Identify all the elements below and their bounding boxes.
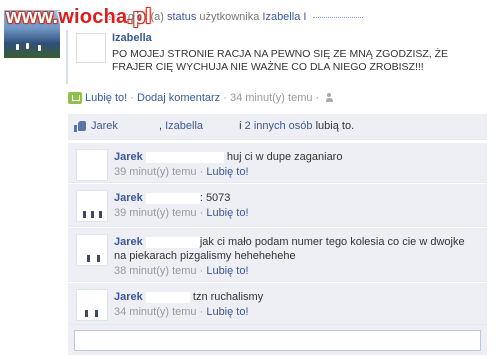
comment-text: tzn ruchalismy [192, 291, 264, 303]
redacted-name [145, 236, 200, 248]
post-text: PO MOJEJ STRONIE RACJA NA PEWNO SIĘ ZE M… [112, 48, 449, 73]
others-link[interactable]: 2 innych osób [245, 120, 313, 132]
people-icon [326, 93, 336, 103]
like-button[interactable]: Lubię to! [85, 92, 127, 104]
header-owner-text: użytkownika [199, 11, 260, 23]
comment-meta: 39 minut(y) temu · Lubię to! [114, 166, 249, 178]
separator: · [223, 92, 227, 104]
comment: Jarek : 5073 39 minut(y) temu · Lubię to… [68, 184, 487, 227]
comment-body: Jarek tzn ruchalismy [114, 290, 479, 304]
comment-author[interactable]: Jarek [114, 236, 143, 248]
comment: Jarek jak ci mało podam numer tego koles… [68, 228, 487, 282]
watermark-suffix: .pl [127, 6, 152, 28]
separator: · [199, 166, 204, 178]
comment-time[interactable]: 39 minut(y) temu [114, 166, 197, 178]
comment-input[interactable] [74, 330, 481, 351]
comment-avatar[interactable] [76, 234, 108, 266]
dotted-underline [313, 16, 364, 18]
separator: · [130, 92, 134, 104]
comment-meta: 34 minut(y) temu · Lubię to! [114, 306, 249, 318]
post-timestamp[interactable]: 34 minut(y) temu [230, 92, 313, 104]
comment-body: Jarek jak ci mało podam numer tego koles… [114, 235, 479, 263]
comment-body: Jarek : 5073 [114, 191, 479, 205]
like-summary: Jarek , Izabella i 2 innych osób lubią t… [68, 114, 487, 140]
post-author[interactable]: Izabella [112, 32, 152, 44]
separator: · [315, 92, 320, 104]
comment: Jarek tzn ruchalismy 34 minut(y) temu · … [68, 283, 487, 325]
feedback-panel: Jarek , Izabella i 2 innych osób lubią t… [68, 114, 487, 355]
watermark-brand: wiocha [58, 6, 128, 28]
comment-avatar[interactable] [76, 149, 108, 181]
watermark-prefix: www. [6, 6, 59, 28]
shared-status: Izabella PO MOJEJ STRONIE RACJA NA PEWNO… [66, 30, 486, 84]
separator: · [199, 306, 204, 318]
liker-link[interactable]: Jarek [91, 120, 118, 132]
comment-author[interactable]: Jarek [114, 291, 143, 303]
reply-area [68, 325, 487, 355]
comment-text: : 5073 [199, 192, 231, 204]
comment-meta: 39 minut(y) temu · Lubię to! [114, 207, 249, 219]
redacted-name [145, 192, 200, 204]
comment-author[interactable]: Jarek [114, 192, 143, 204]
separator: · [199, 265, 204, 277]
comment-time[interactable]: 38 minut(y) temu [114, 265, 197, 277]
redacted-name [120, 121, 159, 132]
separator: · [199, 207, 204, 219]
comment-time[interactable]: 39 minut(y) temu [114, 207, 197, 219]
site-watermark: www.wiocha.pl [6, 6, 151, 29]
comment-text: huj ci w dupe zaganiaro [226, 151, 343, 163]
redacted-name [145, 291, 190, 303]
likes-suffix: lubią to. [315, 120, 355, 132]
conjunction: i [239, 120, 242, 132]
add-comment-link[interactable]: Dodaj komentarz [137, 92, 220, 104]
comment-body: Jarek huj ci w dupe zaganiaro [114, 150, 479, 164]
liker-link[interactable]: Izabella [165, 120, 203, 132]
comment-meta: 38 minut(y) temu · Lubię to! [114, 265, 249, 277]
comment-avatar[interactable] [76, 190, 108, 222]
comment-avatar[interactable] [76, 289, 108, 321]
comment-like-button[interactable]: Lubię to! [206, 166, 248, 178]
comment-like-button[interactable]: Lubię to! [206, 207, 248, 219]
comment-like-button[interactable]: Lubię to! [206, 265, 248, 277]
redacted-name [145, 151, 224, 163]
comma: , [158, 120, 163, 132]
comment: Jarek huj ci w dupe zaganiaro 39 minut(y… [68, 143, 487, 183]
comment-author[interactable]: Jarek [114, 151, 143, 163]
post-actions: Lubię to! · Dodaj komentarz · 34 minut(y… [68, 92, 336, 108]
target-user-link[interactable]: Izabella I [262, 11, 306, 23]
status-link[interactable]: status [167, 11, 196, 23]
avatar[interactable] [76, 33, 106, 63]
like-green-icon [68, 92, 82, 105]
thumbs-up-icon [74, 120, 87, 133]
comment-time[interactable]: 34 minut(y) temu [114, 306, 197, 318]
redacted-name [206, 121, 237, 132]
comment-like-button[interactable]: Lubię to! [206, 306, 248, 318]
